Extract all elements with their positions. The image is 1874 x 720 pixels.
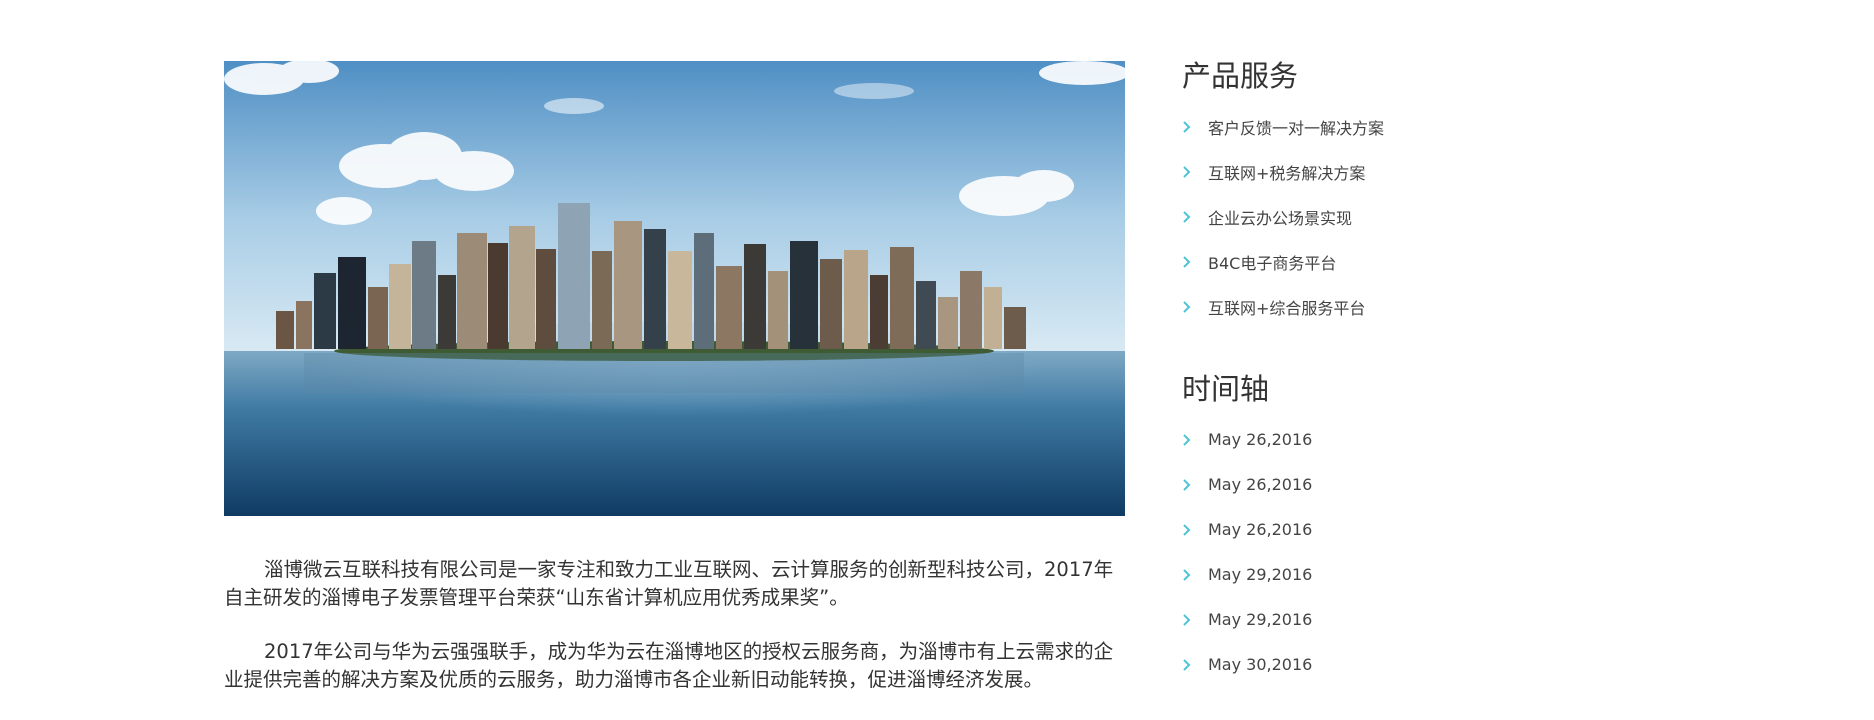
chevron-right-icon xyxy=(1182,255,1208,269)
product-link[interactable]: 客户反馈一对一解决方案 xyxy=(1182,104,1582,149)
products-title: 产品服务 xyxy=(1182,59,1299,93)
timeline-link[interactable]: May 29,2016 xyxy=(1182,552,1582,597)
product-link-label: 互联网+综合服务平台 xyxy=(1208,298,1366,318)
product-link[interactable]: B4C电子商务平台 xyxy=(1182,239,1582,284)
timeline-link[interactable]: May 29,2016 xyxy=(1182,597,1582,642)
chevron-right-icon xyxy=(1182,433,1208,447)
company-intro: 淄博微云互联科技有限公司是一家专注和致力工业互联网、云计算服务的创新型科技公司，… xyxy=(224,556,1120,720)
product-link[interactable]: 互联网+综合服务平台 xyxy=(1182,284,1582,329)
timeline-link[interactable]: May 30,2016 xyxy=(1182,642,1582,687)
intro-paragraph: 淄博微云互联科技有限公司是一家专注和致力工业互联网、云计算服务的创新型科技公司，… xyxy=(224,558,1114,609)
timeline-link[interactable]: May 26,2016 xyxy=(1182,462,1582,507)
timeline-section: 时间轴 May 26,2016 May 26,2016 May 26,2016 … xyxy=(1182,369,1582,687)
city-skyline-image xyxy=(224,61,1125,516)
timeline-date: May 30,2016 xyxy=(1208,655,1313,674)
timeline-list: May 26,2016 May 26,2016 May 26,2016 May … xyxy=(1182,417,1582,687)
timeline-date: May 26,2016 xyxy=(1208,520,1313,539)
intro-paragraph: 2017年公司与华为云强强联手，成为华为云在淄博地区的授权云服务商，为淄博市有上… xyxy=(224,640,1114,691)
chevron-right-icon xyxy=(1182,478,1208,492)
chevron-right-icon xyxy=(1182,568,1208,582)
timeline-link[interactable]: May 26,2016 xyxy=(1182,507,1582,552)
timeline-link[interactable]: May 26,2016 xyxy=(1182,417,1582,462)
chevron-right-icon xyxy=(1182,658,1208,672)
chevron-right-icon xyxy=(1182,300,1208,314)
sidebar: 产品服务 客户反馈一对一解决方案 互联网+税务解决方案 企业云办公场景实现 B4… xyxy=(1182,56,1582,687)
product-link-label: 企业云办公场景实现 xyxy=(1208,208,1353,228)
chevron-right-icon xyxy=(1182,523,1208,537)
products-section: 产品服务 客户反馈一对一解决方案 互联网+税务解决方案 企业云办公场景实现 B4… xyxy=(1182,56,1582,329)
timeline-date: May 29,2016 xyxy=(1208,565,1313,584)
product-link-label: 客户反馈一对一解决方案 xyxy=(1208,118,1385,138)
product-link[interactable]: 互联网+税务解决方案 xyxy=(1182,149,1582,194)
chevron-right-icon xyxy=(1182,165,1208,179)
product-link[interactable]: 企业云办公场景实现 xyxy=(1182,194,1582,239)
timeline-title: 时间轴 xyxy=(1182,372,1270,406)
timeline-date: May 26,2016 xyxy=(1208,475,1313,494)
skyline-illustration xyxy=(224,61,1125,516)
chevron-right-icon xyxy=(1182,210,1208,224)
product-link-label: B4C电子商务平台 xyxy=(1208,253,1337,273)
product-link-label: 互联网+税务解决方案 xyxy=(1208,163,1366,183)
timeline-date: May 26,2016 xyxy=(1208,430,1313,449)
products-list: 客户反馈一对一解决方案 互联网+税务解决方案 企业云办公场景实现 B4C电子商务… xyxy=(1182,104,1582,329)
chevron-right-icon xyxy=(1182,120,1208,134)
timeline-date: May 29,2016 xyxy=(1208,610,1313,629)
chevron-right-icon xyxy=(1182,613,1208,627)
